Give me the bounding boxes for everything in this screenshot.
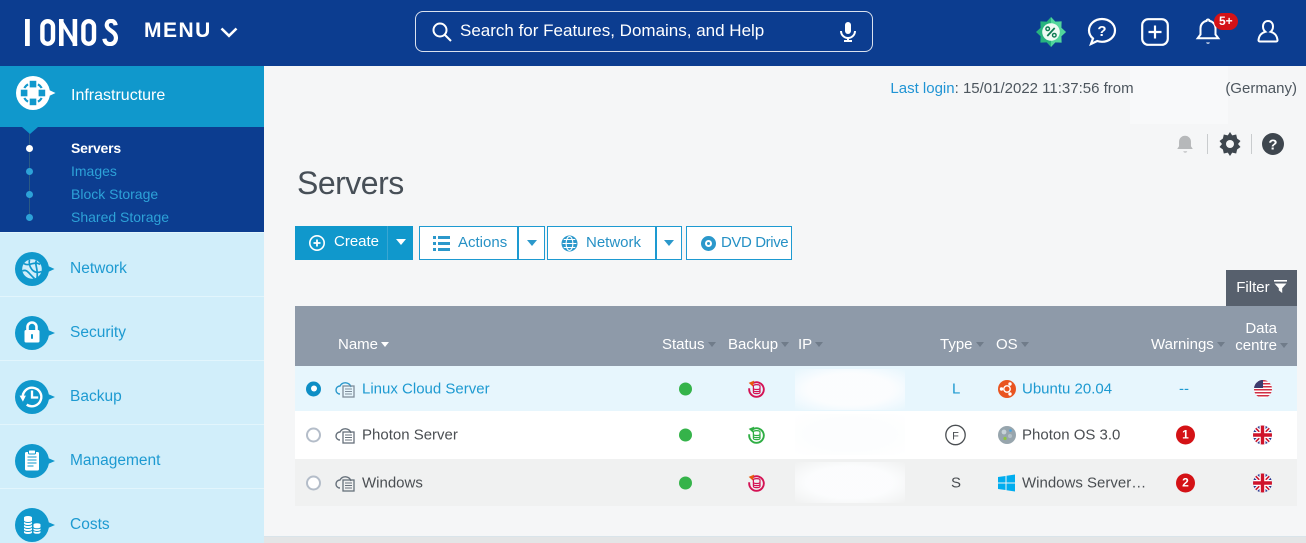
svg-text:F: F — [952, 431, 959, 443]
svg-text:?: ? — [1268, 137, 1277, 154]
svg-text:?: ? — [1097, 23, 1106, 40]
